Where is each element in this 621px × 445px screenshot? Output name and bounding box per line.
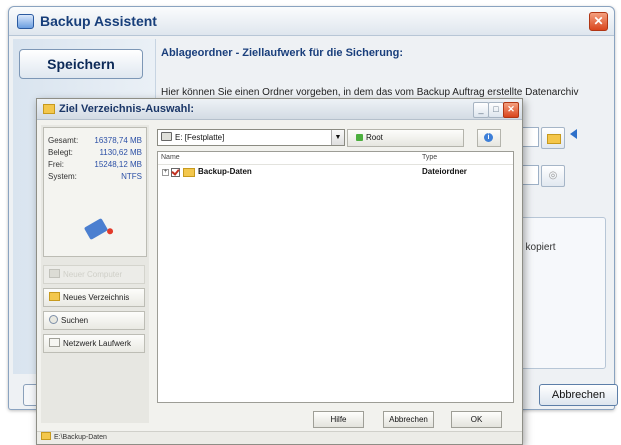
copied-status-text: / kopiert [520, 242, 556, 253]
column-header-name[interactable]: Name [161, 152, 180, 164]
info-icon: i [484, 133, 493, 142]
folder-tree[interactable]: Name Type + Backup-Daten Dateiordner [157, 151, 514, 403]
info-value: 15248,12 MB [94, 160, 142, 169]
secondary-options-button[interactable]: ◎ [541, 165, 565, 187]
drive-info-box: Gesamt: 16378,74 MB Belegt: 1130,62 MB F… [43, 127, 147, 257]
root-button-label: Root [366, 133, 383, 142]
new-directory-button[interactable]: Neues Verzeichnis [43, 288, 145, 307]
speichern-button[interactable]: Speichern [19, 49, 143, 79]
main-window-title: Backup Assistent [40, 13, 157, 29]
usb-drive-icon [83, 217, 109, 241]
drive-select-value: E: [Festplatte] [175, 133, 225, 142]
folder-type: Dateiordner [422, 167, 467, 176]
main-close-button[interactable]: ✕ [589, 12, 608, 31]
tree-row[interactable]: + Backup-Daten Dateiordner [158, 166, 513, 178]
root-button[interactable]: Root [347, 129, 464, 147]
main-title-bar: Backup Assistent ✕ [9, 7, 614, 36]
browse-folder-button[interactable] [541, 127, 565, 149]
drive-select[interactable]: E: [Festplatte] ▼ [157, 129, 345, 146]
search-icon [49, 315, 58, 324]
folder-icon [41, 432, 51, 440]
info-label: Frei: [48, 160, 64, 169]
info-label: Gesamt: [48, 136, 79, 145]
computer-icon [49, 269, 60, 278]
app-window-icon [17, 13, 34, 29]
dialog-status-bar: E:\Backup-Daten [37, 431, 522, 444]
folder-name[interactable]: Backup-Daten [198, 166, 252, 178]
info-button[interactable]: i [477, 129, 501, 147]
search-button[interactable]: Suchen [43, 311, 145, 330]
info-value: 16378,74 MB [94, 136, 142, 145]
selected-path: E:\Backup-Daten [54, 434, 107, 441]
network-drive-icon [49, 338, 60, 347]
button-label: Neues Verzeichnis [63, 293, 130, 302]
dialog-title: Ziel Verzeichnis-Auswahl: [59, 103, 195, 115]
dialog-left-panel: Gesamt: 16378,74 MB Belegt: 1130,62 MB F… [41, 125, 149, 423]
dialog-maximize-button[interactable]: □ [488, 102, 504, 118]
target-directory-dialog: Ziel Verzeichnis-Auswahl: _ □ ✕ Gesamt: … [36, 98, 523, 445]
info-label: System: [48, 172, 77, 181]
root-icon [356, 134, 363, 141]
button-label: Suchen [61, 316, 89, 325]
ok-button[interactable]: OK [451, 411, 502, 428]
hard-drive-icon [161, 132, 172, 141]
folder-icon [183, 168, 195, 177]
main-cancel-button[interactable]: Abbrechen [539, 384, 618, 406]
dialog-cancel-button[interactable]: Abbrechen [383, 411, 434, 428]
network-drive-button[interactable]: Netzwerk Laufwerk [43, 334, 145, 353]
help-button[interactable]: Hilfe [313, 411, 364, 428]
column-header-type[interactable]: Type [422, 152, 437, 164]
expand-icon[interactable]: + [162, 169, 169, 176]
pointer-arrow-icon [570, 129, 577, 139]
folder-checkbox[interactable] [171, 168, 180, 177]
page-description: Hier können Sie einen Ordner vorgeben, i… [161, 87, 579, 98]
folder-icon [43, 104, 55, 114]
button-label: Neuer Computer [63, 270, 123, 279]
tree-header: Name Type [158, 152, 513, 165]
info-label: Belegt: [48, 148, 73, 157]
dialog-title-bar: Ziel Verzeichnis-Auswahl: [37, 99, 522, 120]
new-folder-icon [49, 292, 60, 301]
info-value: 1130,62 MB [99, 148, 142, 157]
chevron-down-icon[interactable]: ▼ [331, 130, 344, 145]
new-computer-button[interactable]: Neuer Computer [43, 265, 145, 284]
dialog-close-button[interactable]: ✕ [503, 102, 519, 118]
dialog-minimize-button[interactable]: _ [473, 102, 489, 118]
info-value: NTFS [121, 172, 142, 181]
page-heading: Ablageordner - Ziellaufwerk für die Sich… [161, 47, 404, 59]
status-groupbox [519, 217, 606, 369]
button-label: Netzwerk Laufwerk [63, 339, 132, 348]
